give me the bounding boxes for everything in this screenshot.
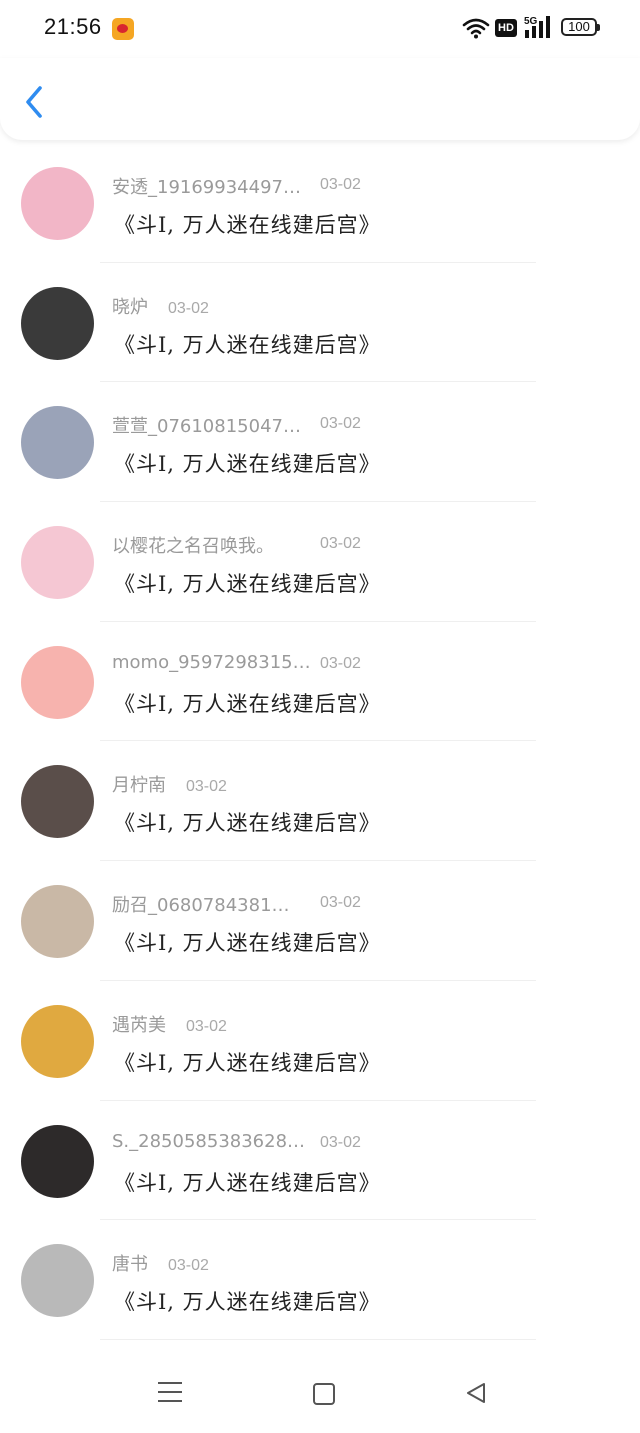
user-name[interactable]: S._2850585383628… [112, 1131, 305, 1152]
message-text: 《斗I, 万人迷在线建后宫》 [114, 691, 381, 716]
avatar[interactable] [21, 526, 94, 600]
avatar[interactable] [21, 1004, 94, 1078]
name-line: 萱萱_07610815047… [112, 412, 301, 438]
back-button[interactable] [18, 82, 54, 122]
name-line: 月柠南 03-02 [112, 771, 227, 797]
weibo-app-icon [112, 18, 134, 40]
message-text: 《斗I, 万人迷在线建后宫》 [114, 1050, 381, 1075]
message-text: 《斗I, 万人迷在线建后宫》 [114, 213, 381, 237]
list-item[interactable]: 03-02 安透_19169934497… 《斗I, 万人迷在线建后宫》 [0, 143, 640, 263]
message-text: 《斗I, 万人迷在线建后宫》 [114, 332, 381, 357]
name-line: 以樱花之名召唤我。 [112, 532, 274, 558]
battery-indicator: 100 [561, 18, 600, 36]
name-line: momo_9597298315… [112, 652, 311, 673]
svg-text:5G: 5G [524, 16, 538, 27]
post-date: 03-02 [320, 654, 361, 672]
avatar[interactable] [21, 286, 94, 360]
post-date: 03-02 [320, 535, 361, 553]
avatar[interactable] [21, 1244, 94, 1318]
list-item[interactable]: 03-02 励召_0680784381… 《斗I, 万人迷在线建后宫》 [0, 861, 640, 981]
name-line: 遇芮美 03-02 [112, 1011, 227, 1037]
avatar[interactable] [21, 885, 94, 959]
list-item[interactable]: 03-02 萱萱_07610815047… 《斗I, 万人迷在线建后宫》 [0, 382, 640, 503]
avatar[interactable] [21, 167, 94, 240]
user-name[interactable]: 励召_0680784381… [112, 891, 290, 917]
user-name[interactable]: 晓炉 [112, 293, 148, 319]
top-header [0, 58, 640, 140]
post-date: 03-02 [168, 299, 209, 317]
name-line: S._2850585383628… [112, 1131, 305, 1152]
name-line: 励召_0680784381… [112, 891, 290, 917]
status-bar: 21:56 HD 5G 100 [0, 0, 640, 58]
post-date: 03-02 [168, 1257, 209, 1275]
post-date: 03-02 [186, 1017, 227, 1035]
list-item[interactable]: 03-02 S._2850585383628… 《斗I, 万人迷在线建后宫》 [0, 1101, 640, 1221]
post-date: 03-02 [186, 778, 227, 796]
signal-5g-icon: 5G [524, 16, 550, 38]
message-text: 《斗I, 万人迷在线建后宫》 [114, 1290, 381, 1315]
avatar[interactable] [21, 765, 94, 839]
list-item[interactable]: 遇芮美 03-02 《斗I, 万人迷在线建后宫》 [0, 981, 640, 1101]
name-line: 唐书 03-02 [112, 1250, 209, 1276]
list-item[interactable]: 03-02 以樱花之名召唤我。《斗I, 万人迷在线建后宫》 [0, 502, 640, 622]
menu-icon[interactable] [158, 1382, 182, 1402]
name-line: 晓炉 03-02 [112, 293, 209, 319]
user-name[interactable]: 以樱花之名召唤我。 [112, 532, 274, 558]
message-text: 《斗I, 万人迷在线建后宫》 [114, 811, 381, 836]
system-nav-bar [0, 1340, 640, 1433]
user-name[interactable]: 月柠南 [112, 771, 166, 797]
message-text: 《斗I, 万人迷在线建后宫》 [114, 452, 381, 477]
post-date: 03-02 [320, 176, 361, 193]
user-name[interactable]: 遇芮美 [112, 1011, 166, 1037]
hd-badge: HD [495, 19, 517, 37]
post-date: 03-02 [320, 1133, 361, 1151]
list-item[interactable]: 03-02 momo_9597298315… 《斗I, 万人迷在线建后宫》 [0, 622, 640, 742]
post-date: 03-02 [320, 894, 361, 912]
avatar[interactable] [21, 1124, 94, 1198]
user-name[interactable]: momo_9597298315… [112, 652, 311, 673]
list-item[interactable]: 月柠南 03-02 《斗I, 万人迷在线建后宫》 [0, 741, 640, 862]
user-name[interactable]: 唐书 [112, 1250, 148, 1276]
avatar[interactable] [21, 406, 94, 480]
list-item[interactable]: 晓炉 03-02 《斗I, 万人迷在线建后宫》 [0, 263, 640, 383]
user-name[interactable]: 安透_19169934497… [112, 173, 301, 199]
home-square-icon[interactable] [313, 1383, 335, 1405]
wifi-icon [462, 18, 490, 39]
list-item[interactable]: 唐书 03-02 《斗I, 万人迷在线建后宫》 [0, 1220, 640, 1340]
status-time: 21:56 [44, 14, 102, 39]
user-name[interactable]: 萱萱_07610815047… [112, 412, 301, 438]
post-date: 03-02 [320, 415, 361, 433]
message-text: 《斗I, 万人迷在线建后宫》 [114, 1170, 381, 1195]
back-triangle-icon[interactable] [464, 1381, 488, 1405]
message-text: 《斗I, 万人迷在线建后宫》 [114, 572, 381, 597]
avatar[interactable] [21, 645, 94, 719]
message-list: 03-02 安透_19169934497… 《斗I, 万人迷在线建后宫》 晓炉 03-0… [0, 143, 640, 1340]
message-text: 《斗I, 万人迷在线建后宫》 [114, 931, 381, 956]
name-line: 安透_19169934497… [112, 173, 301, 199]
